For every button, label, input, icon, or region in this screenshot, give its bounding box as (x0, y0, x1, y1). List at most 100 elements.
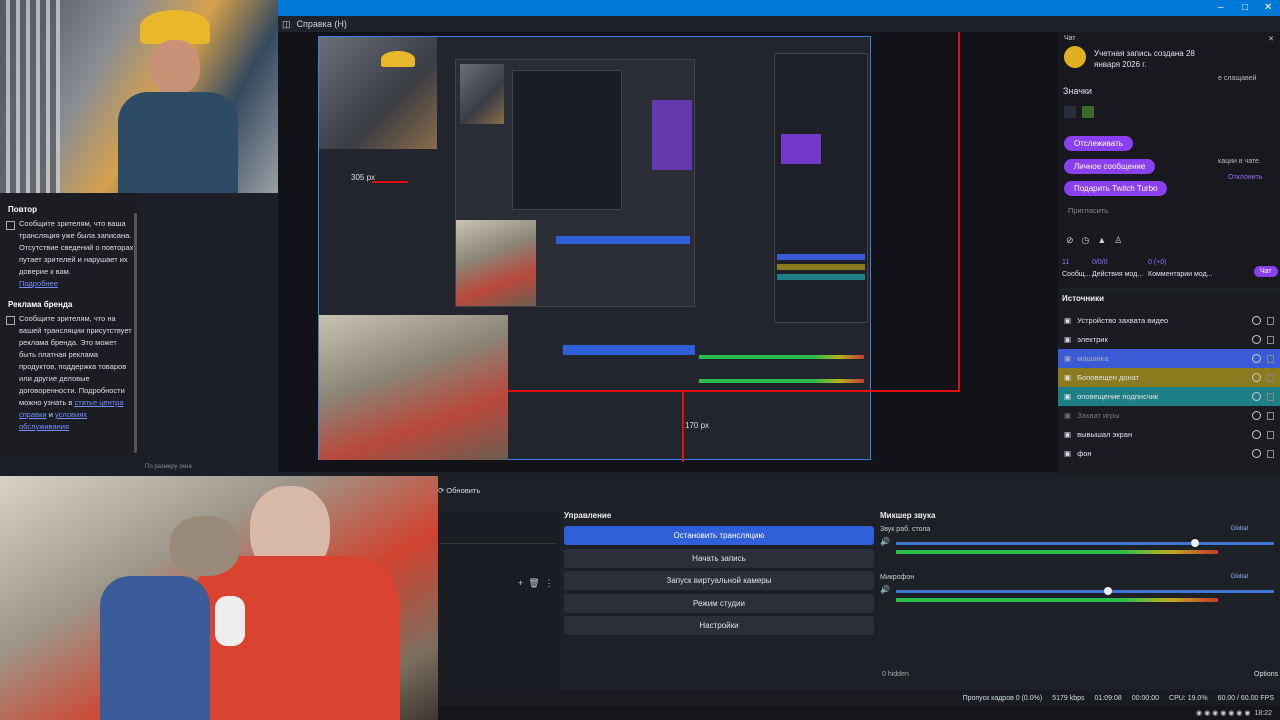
mixer-title: Микшер звука (880, 511, 936, 520)
stat-comments-value: 0 (+0) (1148, 259, 1167, 266)
control-button[interactable]: Режим студии (564, 593, 874, 613)
lock-icon[interactable] (1267, 430, 1274, 439)
source-name: машинка (1077, 354, 1109, 363)
scene-dropdown[interactable] (440, 530, 556, 544)
sources-title: Источники (1062, 294, 1105, 303)
lock-icon[interactable] (1267, 373, 1274, 382)
lock-icon[interactable] (1267, 449, 1274, 458)
chat-panel: Чат ✕ Учетная запись создана 28 января 2… (1058, 32, 1280, 288)
account-created-text: Учетная запись создана 28 января 2026 г. (1094, 49, 1195, 69)
chat-button[interactable]: Чат (1254, 266, 1278, 277)
sources-list: ▣ Устройство захвата видео ▣ электрик ▣ машин… (1058, 311, 1280, 463)
source-name: Захват игры (1077, 411, 1120, 420)
badge-icon (1082, 106, 1094, 118)
audio-mixer-panel: Микшер звука Звук раб. стола Global 🔊 Микро… (880, 511, 1278, 681)
control-button[interactable]: Остановить трансляцию (564, 526, 874, 545)
refresh-label: Обновить (446, 485, 481, 495)
maximize-icon[interactable]: □ (1242, 2, 1248, 13)
clock: 18:22 (1254, 709, 1272, 717)
refresh-button[interactable]: ⟳ Обновить (438, 484, 481, 496)
stat-messages-value: 11 (1062, 259, 1070, 266)
visibility-icon[interactable] (1252, 430, 1261, 439)
volume-knob[interactable] (1190, 539, 1199, 547)
visibility-icon[interactable] (1252, 392, 1261, 401)
visibility-icon[interactable] (1252, 316, 1261, 325)
visibility-icon[interactable] (1252, 354, 1261, 363)
source-type-icon: ▣ (1064, 316, 1072, 325)
nested-electrician-image (319, 37, 437, 149)
info-scrollbar[interactable] (134, 213, 137, 453)
source-item[interactable]: ▣ фон (1058, 444, 1280, 463)
minimize-icon[interactable]: – (1218, 2, 1224, 13)
source-type-icon: ▣ (1064, 335, 1072, 344)
speaker-icon[interactable]: 🔊 (880, 537, 890, 546)
webcam-feed (0, 476, 438, 720)
source-item[interactable]: ▣ электрик (1058, 330, 1280, 349)
source-type-icon: ▣ (1064, 430, 1072, 439)
badge-icon (1064, 106, 1076, 118)
guide-line (508, 390, 960, 392)
guide-line (372, 181, 408, 183)
source-item[interactable]: ▣ Устройство захвата видео (1058, 311, 1280, 330)
channel-badge: Global (1230, 574, 1248, 580)
speaker-icon[interactable]: 🔊 (880, 585, 890, 594)
source-item[interactable]: ▣ машинка (1058, 349, 1280, 368)
lock-icon[interactable] (1267, 316, 1274, 325)
visibility-icon[interactable] (1252, 411, 1261, 420)
invite-link[interactable]: Пригласить (1068, 206, 1108, 215)
rerun-learn-more-link[interactable]: Подробнее (19, 279, 58, 288)
visibility-icon[interactable] (1252, 449, 1261, 458)
scale-label: По размеру окна (145, 464, 192, 470)
branded-content-checkbox[interactable] (6, 316, 15, 325)
refresh-icon: ⟳ (438, 485, 445, 495)
dismiss-link[interactable]: Отклонить (1228, 174, 1262, 181)
menu-bar: ◫ Справка (Н) (278, 16, 1280, 32)
rerun-title: Повтор (8, 205, 38, 214)
lock-icon[interactable] (1267, 411, 1274, 420)
control-button[interactable]: Настройки (564, 616, 874, 635)
source-item[interactable]: ▣ оповещение подписчик (1058, 387, 1280, 406)
branded-content-title: Реклама бренда (8, 300, 73, 309)
controls-title: Управление (564, 511, 612, 520)
close-icon[interactable]: ✕ (1264, 2, 1272, 13)
menu-help[interactable]: Справка (Н) (297, 19, 347, 29)
source-name: Боповещен донат (1077, 373, 1140, 382)
source-item[interactable]: ▣ вывышал экран (1058, 425, 1280, 444)
volume-slider[interactable] (896, 539, 1274, 547)
lock-icon[interactable] (1267, 392, 1274, 401)
rerun-checkbox[interactable] (6, 221, 15, 230)
follow-button[interactable]: Отслеживать (1064, 136, 1133, 151)
tray-icons[interactable]: ◉ ◉ ◉ ◉ ◉ ◉ ◉ (1196, 709, 1250, 717)
guide-line (682, 392, 684, 462)
source-item[interactable]: ▣ Захват игры (1058, 406, 1280, 425)
visibility-icon[interactable] (1252, 373, 1261, 382)
mod-actions-icons[interactable]: ⊘◷▲♙ (1066, 235, 1130, 246)
source-item[interactable]: ▣ Боповещен донат (1058, 368, 1280, 387)
whisper-button[interactable]: Личное сообщение (1064, 159, 1156, 174)
visibility-icon[interactable] (1252, 335, 1261, 344)
lock-icon[interactable] (1267, 354, 1274, 363)
volume-slider[interactable] (896, 587, 1274, 595)
guide-line (958, 32, 960, 392)
bitrate: 5179 kbps (1052, 694, 1085, 702)
source-type-icon: ▣ (1064, 449, 1072, 458)
channel-name: Микрофон (880, 574, 915, 581)
nested-meter-2 (699, 379, 864, 383)
nested-screen-capture (455, 59, 695, 307)
preview-canvas[interactable]: 305 px 170 px (318, 36, 871, 460)
scene-toolbar-icons[interactable]: +🗑⋮ (518, 578, 559, 589)
volume-knob[interactable] (1103, 587, 1112, 595)
options-button[interactable]: Options (1254, 671, 1278, 678)
control-button[interactable]: Начать запись (564, 548, 874, 568)
height-px-label: 170 px (685, 421, 710, 430)
lock-icon[interactable] (1267, 335, 1274, 344)
source-type-icon: ▣ (1064, 392, 1072, 401)
sources-panel: Источники ▣ Устройство захвата видео ▣ элек… (1058, 292, 1280, 504)
mixer-channel: Микрофон Global 🔊 (880, 574, 1278, 622)
stat-actions-label: Действия мод... (1092, 271, 1144, 278)
control-button[interactable]: Запуск виртуальной камеры (564, 571, 874, 590)
chat-close-icon[interactable]: ✕ (1268, 35, 1274, 43)
source-type-icon: ▣ (1064, 411, 1072, 420)
gift-turbo-button[interactable]: Подарить Twitch Turbo (1064, 181, 1168, 196)
channel-name: Звук раб. стола (880, 526, 931, 533)
